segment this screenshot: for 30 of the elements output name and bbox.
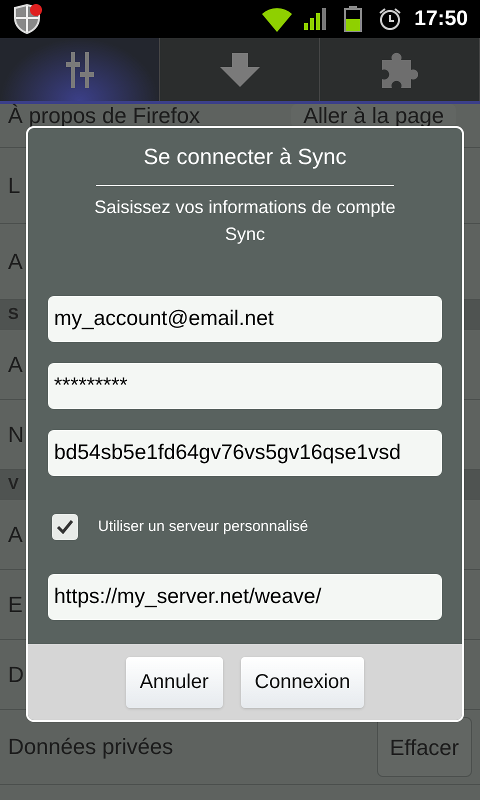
setting-label: N: [8, 422, 24, 446]
dialog-button[interactable]: Annuler: [126, 656, 223, 708]
down-arrow-icon: [220, 52, 260, 86]
tab[interactable]: [0, 38, 160, 101]
dialog-button[interactable]: Connexion: [240, 656, 364, 708]
setting-label: E: [8, 592, 23, 616]
checkbox-label: Utiliser un serveur personnalisé: [98, 516, 308, 537]
alarm-clock-icon: [378, 7, 402, 31]
clock-time: 17:50: [414, 6, 468, 32]
setting-label: D: [8, 662, 24, 686]
puzzle-icon: [382, 52, 418, 88]
setting-label: A: [8, 250, 23, 274]
setting-label: A: [8, 352, 23, 376]
setting-label: A: [8, 522, 23, 546]
checkmark-icon: [57, 520, 73, 534]
setting-label: À propos de Firefox: [8, 104, 200, 128]
dialog-title: Se connecter à Sync: [142, 143, 348, 171]
wifi-icon: [262, 6, 292, 32]
shield-icon: [12, 3, 44, 35]
setting-label: Données privées: [8, 735, 174, 759]
battery-icon: [344, 6, 362, 32]
sliders-icon: [66, 52, 94, 88]
setting-label: L: [8, 174, 20, 198]
checkbox[interactable]: [52, 514, 78, 540]
input-field[interactable]: *********: [48, 363, 442, 409]
input-field[interactable]: my_account@email.net: [48, 296, 442, 342]
dialog-subtitle: Saisissez vos informations de compte Sync: [93, 196, 397, 246]
input-field[interactable]: bd54sb5e1fd64gv76vs5gv16qse1vsd: [48, 430, 442, 476]
server-field[interactable]: https://my_server.net/weave/: [48, 574, 442, 620]
signal-icon: [304, 8, 328, 30]
